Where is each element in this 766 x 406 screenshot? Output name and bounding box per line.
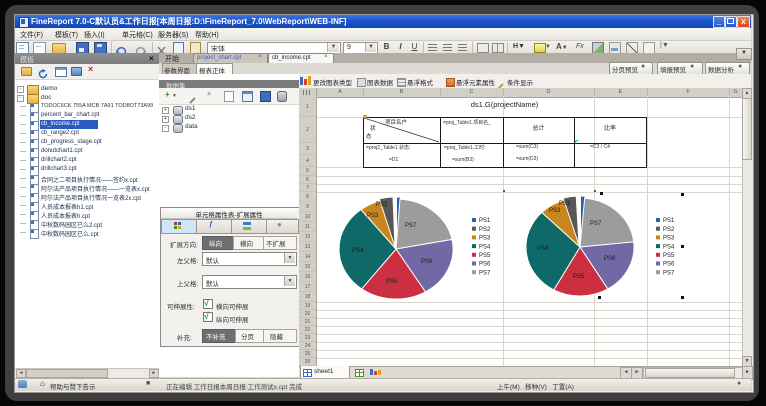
svg-text:PS3: PS3 [479, 236, 491, 242]
svg-text:PS7: PS7 [590, 221, 602, 227]
svg-text:PS4: PS4 [537, 246, 549, 252]
svg-text:PS6: PS6 [604, 256, 616, 262]
svg-text:PS5: PS5 [663, 253, 675, 259]
svg-text:PS6: PS6 [663, 262, 675, 268]
svg-text:PS4: PS4 [663, 244, 675, 250]
svg-text:PS7: PS7 [405, 223, 417, 229]
svg-text:PS3: PS3 [367, 213, 379, 219]
svg-text:PS3: PS3 [549, 208, 561, 214]
svg-text:PS2: PS2 [479, 227, 491, 233]
svg-text:PS5: PS5 [386, 279, 398, 285]
svg-text:PS2: PS2 [559, 201, 571, 207]
svg-text:PS1: PS1 [663, 218, 675, 224]
svg-text:PS2: PS2 [376, 202, 388, 208]
svg-text:PS6: PS6 [479, 262, 491, 268]
svg-text:PS6: PS6 [421, 259, 433, 265]
svg-text:PS3: PS3 [663, 236, 675, 242]
svg-text:PS1: PS1 [479, 218, 491, 224]
svg-text:PS7: PS7 [663, 270, 675, 276]
svg-text:PS4: PS4 [479, 244, 491, 250]
svg-text:PS2: PS2 [663, 227, 675, 233]
svg-text:PS5: PS5 [479, 253, 491, 259]
svg-text:PS4: PS4 [352, 248, 364, 254]
svg-text:PS5: PS5 [573, 274, 585, 280]
svg-text:PS7: PS7 [479, 270, 491, 276]
